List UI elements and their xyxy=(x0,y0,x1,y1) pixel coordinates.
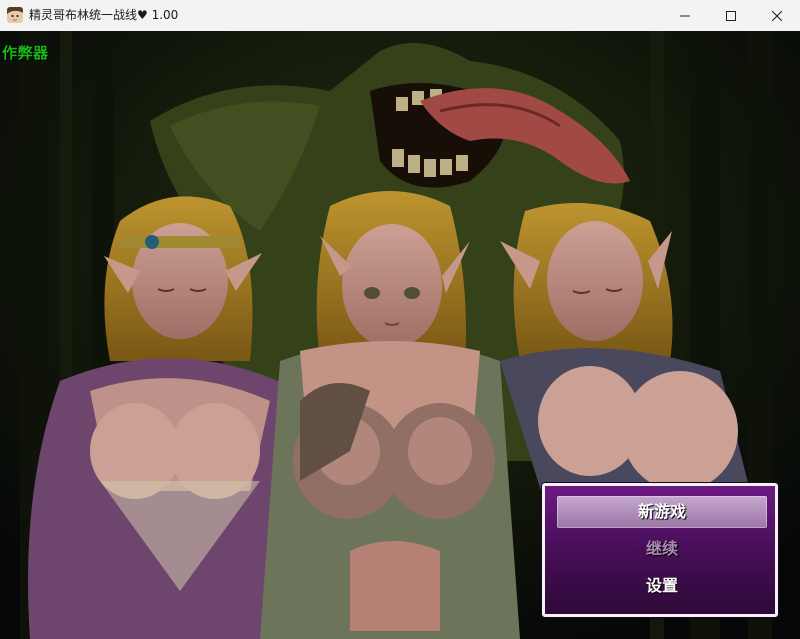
title-bar[interactable]: 精灵哥布林统一战线♥ 1.00 xyxy=(0,0,800,31)
maximize-button[interactable] xyxy=(708,0,754,31)
close-button[interactable] xyxy=(754,0,800,31)
title-command-menu: 新游戏 继续 设置 xyxy=(542,483,778,617)
minimize-button[interactable] xyxy=(662,0,708,31)
cheat-menu-button[interactable]: 作弊器 xyxy=(2,42,49,63)
settings-button[interactable]: 设置 xyxy=(557,570,767,602)
app-window: 精灵哥布林统一战线♥ 1.00 作弊器 新游戏 继续 设置 xyxy=(0,0,800,639)
game-viewport[interactable]: 作弊器 新游戏 继续 设置 xyxy=(0,31,800,639)
new-game-button[interactable]: 新游戏 xyxy=(557,496,767,528)
minimize-icon xyxy=(680,15,690,16)
close-icon xyxy=(772,10,782,21)
continue-button[interactable]: 继续 xyxy=(557,533,767,565)
portrait-app-icon xyxy=(7,7,23,23)
maximize-icon xyxy=(726,10,736,21)
window-title: 精灵哥布林统一战线♥ 1.00 xyxy=(29,8,179,22)
